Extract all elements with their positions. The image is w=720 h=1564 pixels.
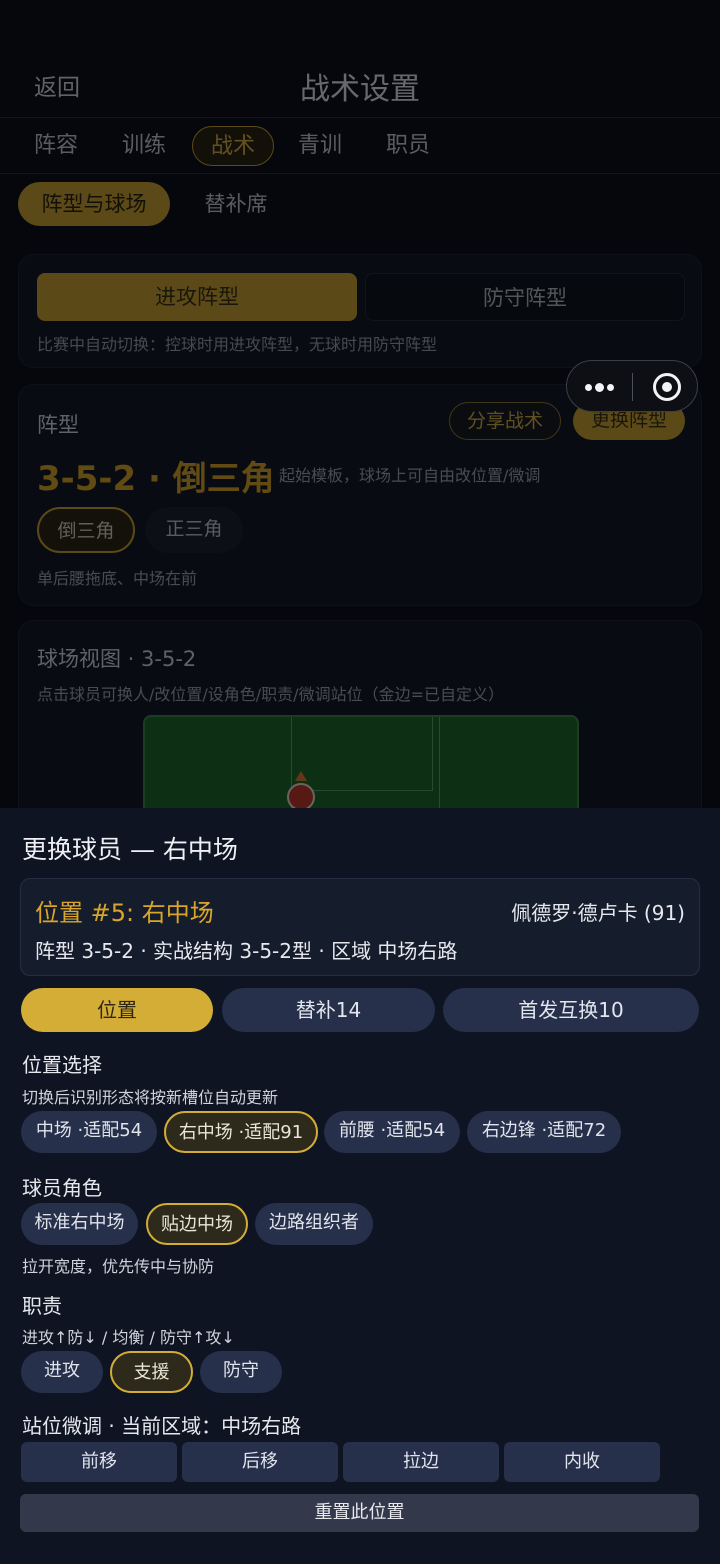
auto-switch-note: 比赛中自动切换：控球时用进攻阵型，无球时用防守阵型 bbox=[37, 335, 438, 354]
tab-lineup[interactable]: 阵容 bbox=[24, 126, 88, 166]
target-icon[interactable] bbox=[653, 373, 681, 401]
template-note: 起始模板，球场上可自由改位置/微调 bbox=[279, 466, 541, 485]
formation-mode-card: 进攻阵型 防守阵型 比赛中自动切换：控球时用进攻阵型，无球时用防守阵型 bbox=[18, 254, 702, 368]
reset-position-button[interactable]: 重置此位置 bbox=[20, 1494, 699, 1532]
position-option-cam[interactable]: 前腰 ·适配54 bbox=[324, 1111, 460, 1153]
sub-tabs: 阵型与球场 替补席 bbox=[0, 182, 720, 228]
current-player: 佩德罗·德卢卡 (91) bbox=[511, 901, 685, 925]
formation-label: 阵型 bbox=[37, 413, 79, 437]
formation-name: 3-5-2 · 倒三角 bbox=[37, 459, 275, 499]
tab-training[interactable]: 训练 bbox=[112, 126, 176, 166]
attack-formation-button[interactable]: 进攻阵型 bbox=[37, 273, 357, 321]
subtab-bench[interactable]: 替补席 bbox=[186, 182, 286, 226]
position-option-rm[interactable]: 右中场 ·适配91 bbox=[164, 1111, 318, 1153]
duty-label: 职责 bbox=[22, 1294, 62, 1318]
duty-note: 进攻↑防↓ / 均衡 / 防守↑攻↓ bbox=[22, 1328, 235, 1347]
mode-tab-starter-swap[interactable]: 首发互换10 bbox=[443, 988, 699, 1032]
pitch-line bbox=[439, 717, 440, 808]
adjust-back-button[interactable]: 后移 bbox=[182, 1442, 338, 1482]
player-token[interactable] bbox=[287, 783, 315, 808]
duty-option-attack[interactable]: 进攻 bbox=[21, 1351, 103, 1393]
variant-note: 单后腰拖底、中场在前 bbox=[37, 569, 198, 588]
formation-card: 阵型 分享战术 更换阵型 3-5-2 · 倒三角 起始模板，球场上可自由改位置/… bbox=[18, 384, 702, 606]
role-option-wide[interactable]: 贴边中场 bbox=[146, 1203, 248, 1245]
capsule-menu bbox=[566, 360, 698, 412]
position-option-cm[interactable]: 中场 ·适配54 bbox=[21, 1111, 157, 1153]
duty-option-support[interactable]: 支援 bbox=[110, 1351, 193, 1393]
role-label: 球员角色 bbox=[22, 1176, 102, 1200]
variant-inverted-triangle[interactable]: 倒三角 bbox=[37, 507, 135, 553]
more-icon[interactable] bbox=[585, 377, 617, 397]
mode-tab-position[interactable]: 位置 bbox=[21, 988, 213, 1032]
replace-player-sheet: 更换球员 — 右中场 位置 #5: 右中场 佩德罗·德卢卡 (91) 阵型 3-… bbox=[0, 808, 720, 1564]
position-meta: 阵型 3-5-2 · 实战结构 3-5-2型 · 区域 中场右路 bbox=[35, 939, 458, 963]
defense-formation-button[interactable]: 防守阵型 bbox=[365, 273, 685, 321]
page-title: 战术设置 bbox=[300, 72, 420, 107]
player-marker-icon bbox=[295, 771, 307, 781]
tab-staff[interactable]: 职员 bbox=[376, 126, 440, 166]
tab-tactics[interactable]: 战术 bbox=[192, 126, 274, 166]
role-option-playmaker[interactable]: 边路组织者 bbox=[255, 1203, 373, 1245]
adjust-forward-button[interactable]: 前移 bbox=[21, 1442, 177, 1482]
capsule-divider bbox=[632, 373, 633, 401]
mode-tab-substitutes[interactable]: 替补14 bbox=[222, 988, 435, 1032]
adjust-inside-button[interactable]: 内收 bbox=[504, 1442, 660, 1482]
duty-option-defend[interactable]: 防守 bbox=[200, 1351, 282, 1393]
pitch-view-note: 点击球员可换人/改位置/设角色/职责/微调站位（金边=已自定义） bbox=[37, 685, 504, 704]
sheet-title: 更换球员 — 右中场 bbox=[22, 835, 238, 864]
role-note: 拉开宽度，优先传中与协防 bbox=[22, 1257, 215, 1276]
position-select-label: 位置选择 bbox=[22, 1053, 102, 1077]
pitch-view-title: 球场视图 · 3-5-2 bbox=[37, 647, 197, 671]
tab-youth[interactable]: 青训 bbox=[288, 126, 352, 166]
top-bar: 返回 战术设置 bbox=[0, 50, 720, 118]
role-option-standard[interactable]: 标准右中场 bbox=[21, 1203, 138, 1245]
subtab-formation-pitch[interactable]: 阵型与球场 bbox=[18, 182, 170, 226]
pitch bbox=[143, 715, 579, 808]
position-option-rw[interactable]: 右边锋 ·适配72 bbox=[467, 1111, 621, 1153]
adjust-label: 站位微调 · 当前区域：中场右路 bbox=[22, 1414, 302, 1438]
position-select-note: 切换后识别形态将按新槽位自动更新 bbox=[22, 1088, 279, 1107]
position-title: 位置 #5: 右中场 bbox=[35, 899, 214, 927]
variant-triangle[interactable]: 正三角 bbox=[145, 507, 243, 553]
adjust-wide-button[interactable]: 拉边 bbox=[343, 1442, 499, 1482]
penalty-box bbox=[291, 717, 433, 791]
share-tactics-button[interactable]: 分享战术 bbox=[449, 402, 561, 440]
position-info-card: 位置 #5: 右中场 佩德罗·德卢卡 (91) 阵型 3-5-2 · 实战结构 … bbox=[20, 878, 700, 976]
pitch-view-card: 球场视图 · 3-5-2 点击球员可换人/改位置/设角色/职责/微调站位（金边=… bbox=[18, 620, 702, 808]
main-tabs: 阵容 训练 战术 青训 职员 bbox=[0, 118, 720, 174]
